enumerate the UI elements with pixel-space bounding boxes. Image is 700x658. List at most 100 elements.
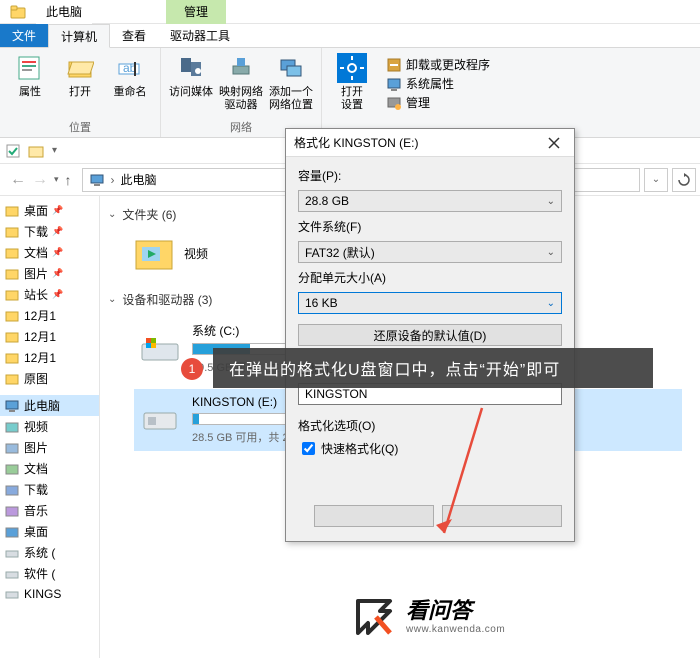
tree-this-pc[interactable]: 此电脑	[0, 395, 99, 416]
add-network-icon	[275, 52, 307, 84]
annotation-badge: 1	[181, 358, 203, 380]
breadcrumb-caret[interactable]: ›	[111, 173, 115, 187]
chevron-down-icon: ⌄	[547, 247, 555, 258]
ribbon-properties[interactable]: 属性	[8, 52, 52, 99]
breadcrumb-current[interactable]: 此电脑	[121, 171, 157, 188]
pin-icon: 📌	[52, 205, 63, 216]
contextual-tab-manage[interactable]: 管理	[166, 0, 226, 24]
ribbon-manage-label: 管理	[406, 94, 430, 111]
tree-item-label: 下载	[24, 223, 48, 240]
nav-history-icon[interactable]: ▾	[54, 174, 59, 185]
nav-forward-icon[interactable]: →	[32, 171, 48, 189]
ribbon-open-settings[interactable]: 打开 设置	[330, 52, 374, 112]
tree-quick-item[interactable]: 图片📌	[0, 263, 99, 284]
tree-quick-item[interactable]: 12月1	[0, 305, 99, 326]
qat-folder-icon[interactable]	[28, 143, 44, 159]
ribbon-uninstall[interactable]: 卸载或更改程序	[386, 56, 490, 73]
capacity-select[interactable]: 28.8 GB ⌄	[298, 190, 562, 212]
watermark: 看问答 www.kanwenda.com	[352, 595, 505, 639]
removable-drive-icon	[140, 405, 180, 435]
tab-view[interactable]: 查看	[110, 24, 158, 47]
pc-icon	[4, 398, 20, 414]
tree-lib-item[interactable]: 下载	[0, 479, 99, 500]
library-icon	[4, 503, 20, 519]
library-icon	[4, 482, 20, 498]
tree-drive-item[interactable]: KINGS	[0, 584, 99, 604]
qat-checkbox-icon[interactable]	[6, 144, 20, 158]
tree-drive-item[interactable]: 系统 (	[0, 542, 99, 563]
ribbon-open[interactable]: 打开	[58, 52, 102, 99]
tab-drive-tools[interactable]: 驱动器工具	[158, 24, 242, 47]
tree-quick-item[interactable]: 12月1	[0, 326, 99, 347]
folder-videos[interactable]: 视频	[134, 233, 274, 273]
tree-drive-item[interactable]: 软件 (	[0, 563, 99, 584]
filesystem-select[interactable]: FAT32 (默认) ⌄	[298, 241, 562, 263]
dialog-close-button[interactable]	[542, 133, 566, 153]
nav-up-icon[interactable]: ↑	[65, 172, 72, 188]
folder-icon	[4, 224, 20, 240]
tree-item-label: KINGS	[24, 587, 61, 601]
tree-item-label: 文档	[24, 244, 48, 261]
tree-lib-item[interactable]: 视频	[0, 416, 99, 437]
addr-refresh-icon[interactable]	[672, 168, 696, 192]
quick-format-input[interactable]	[302, 442, 315, 455]
ribbon-access-media-label: 访问媒体	[169, 86, 213, 99]
ribbon-open-label: 打开	[69, 86, 91, 99]
allocation-select[interactable]: 16 KB ⌄	[298, 292, 562, 314]
ribbon-properties-label: 属性	[19, 86, 41, 99]
ribbon-access-media[interactable]: 访问媒体	[169, 52, 213, 99]
tree-lib-item[interactable]: 音乐	[0, 500, 99, 521]
close-button[interactable]	[442, 505, 562, 527]
folder-icon	[4, 266, 20, 282]
tree-lib-item[interactable]: 图片	[0, 437, 99, 458]
ribbon-group-system: 打开 设置 卸载或更改程序 系统属性 管理	[322, 48, 504, 137]
properties-icon	[14, 52, 46, 84]
addr-dropdown-icon[interactable]: ⌄	[644, 168, 668, 192]
capacity-label: 容量(P):	[298, 167, 562, 184]
tree-quick-item[interactable]: 站长📌	[0, 284, 99, 305]
tree-quick-item[interactable]: 文档 📌	[0, 242, 99, 263]
tree-item-label: 系统 (	[24, 544, 55, 561]
watermark-url: www.kanwenda.com	[406, 624, 505, 635]
ribbon-rename[interactable]: ab 重命名	[108, 52, 152, 99]
tree-item-label: 图片	[24, 439, 48, 456]
tree-quick-item[interactable]: 桌面📌	[0, 200, 99, 221]
qat-overflow-icon[interactable]: ▾	[52, 145, 57, 156]
tab-file[interactable]: 文件	[0, 24, 48, 47]
ribbon-group-network-label: 网络	[230, 117, 252, 137]
restore-defaults-button[interactable]: 还原设备的默认值(D)	[298, 324, 562, 346]
ribbon-sysprops-label: 系统属性	[406, 75, 454, 92]
folder-icon	[4, 329, 20, 345]
ribbon: 属性 打开 ab 重命名 位置 访问媒体 映射网络 驱动器	[0, 48, 700, 138]
tree-quick-item[interactable]: 原图	[0, 368, 99, 389]
folder-icon	[4, 287, 20, 303]
tree-quick-item[interactable]: 12月1	[0, 347, 99, 368]
library-icon	[4, 524, 20, 540]
tree-item-label: 原图	[24, 370, 48, 387]
uninstall-icon	[386, 57, 402, 73]
ribbon-map-network[interactable]: 映射网络 驱动器	[219, 52, 263, 112]
library-icon	[4, 461, 20, 477]
media-icon	[175, 52, 207, 84]
ribbon-manage[interactable]: 管理	[386, 94, 490, 111]
nav-back-icon[interactable]: ←	[10, 171, 26, 189]
pin-icon: 📌	[52, 247, 63, 258]
quick-format-checkbox[interactable]: 快速格式化(Q)	[302, 440, 562, 457]
folder-icon	[4, 203, 20, 219]
drive-icon	[4, 586, 20, 602]
ribbon-add-network-location[interactable]: 添加一个 网络位置	[269, 52, 313, 112]
tab-computer[interactable]: 计算机	[48, 24, 110, 48]
drive-icon	[4, 545, 20, 561]
tree-lib-item[interactable]: 桌面	[0, 521, 99, 542]
tree-lib-item[interactable]: 文档	[0, 458, 99, 479]
ribbon-group-network: 访问媒体 映射网络 驱动器 添加一个 网络位置 网络	[161, 48, 322, 137]
start-button[interactable]	[314, 505, 434, 527]
tree-quick-item[interactable]: 下载📌	[0, 221, 99, 242]
ribbon-system-properties[interactable]: 系统属性	[386, 75, 490, 92]
format-dialog: 格式化 KINGSTON (E:) 容量(P): 28.8 GB ⌄ 文件系统(…	[285, 128, 575, 542]
watermark-title: 看问答	[406, 599, 505, 623]
title-bar: 此电脑 管理	[0, 0, 700, 24]
ribbon-uninstall-label: 卸载或更改程序	[406, 56, 490, 73]
pc-icon	[89, 172, 105, 188]
quick-format-label: 快速格式化(Q)	[321, 440, 398, 457]
